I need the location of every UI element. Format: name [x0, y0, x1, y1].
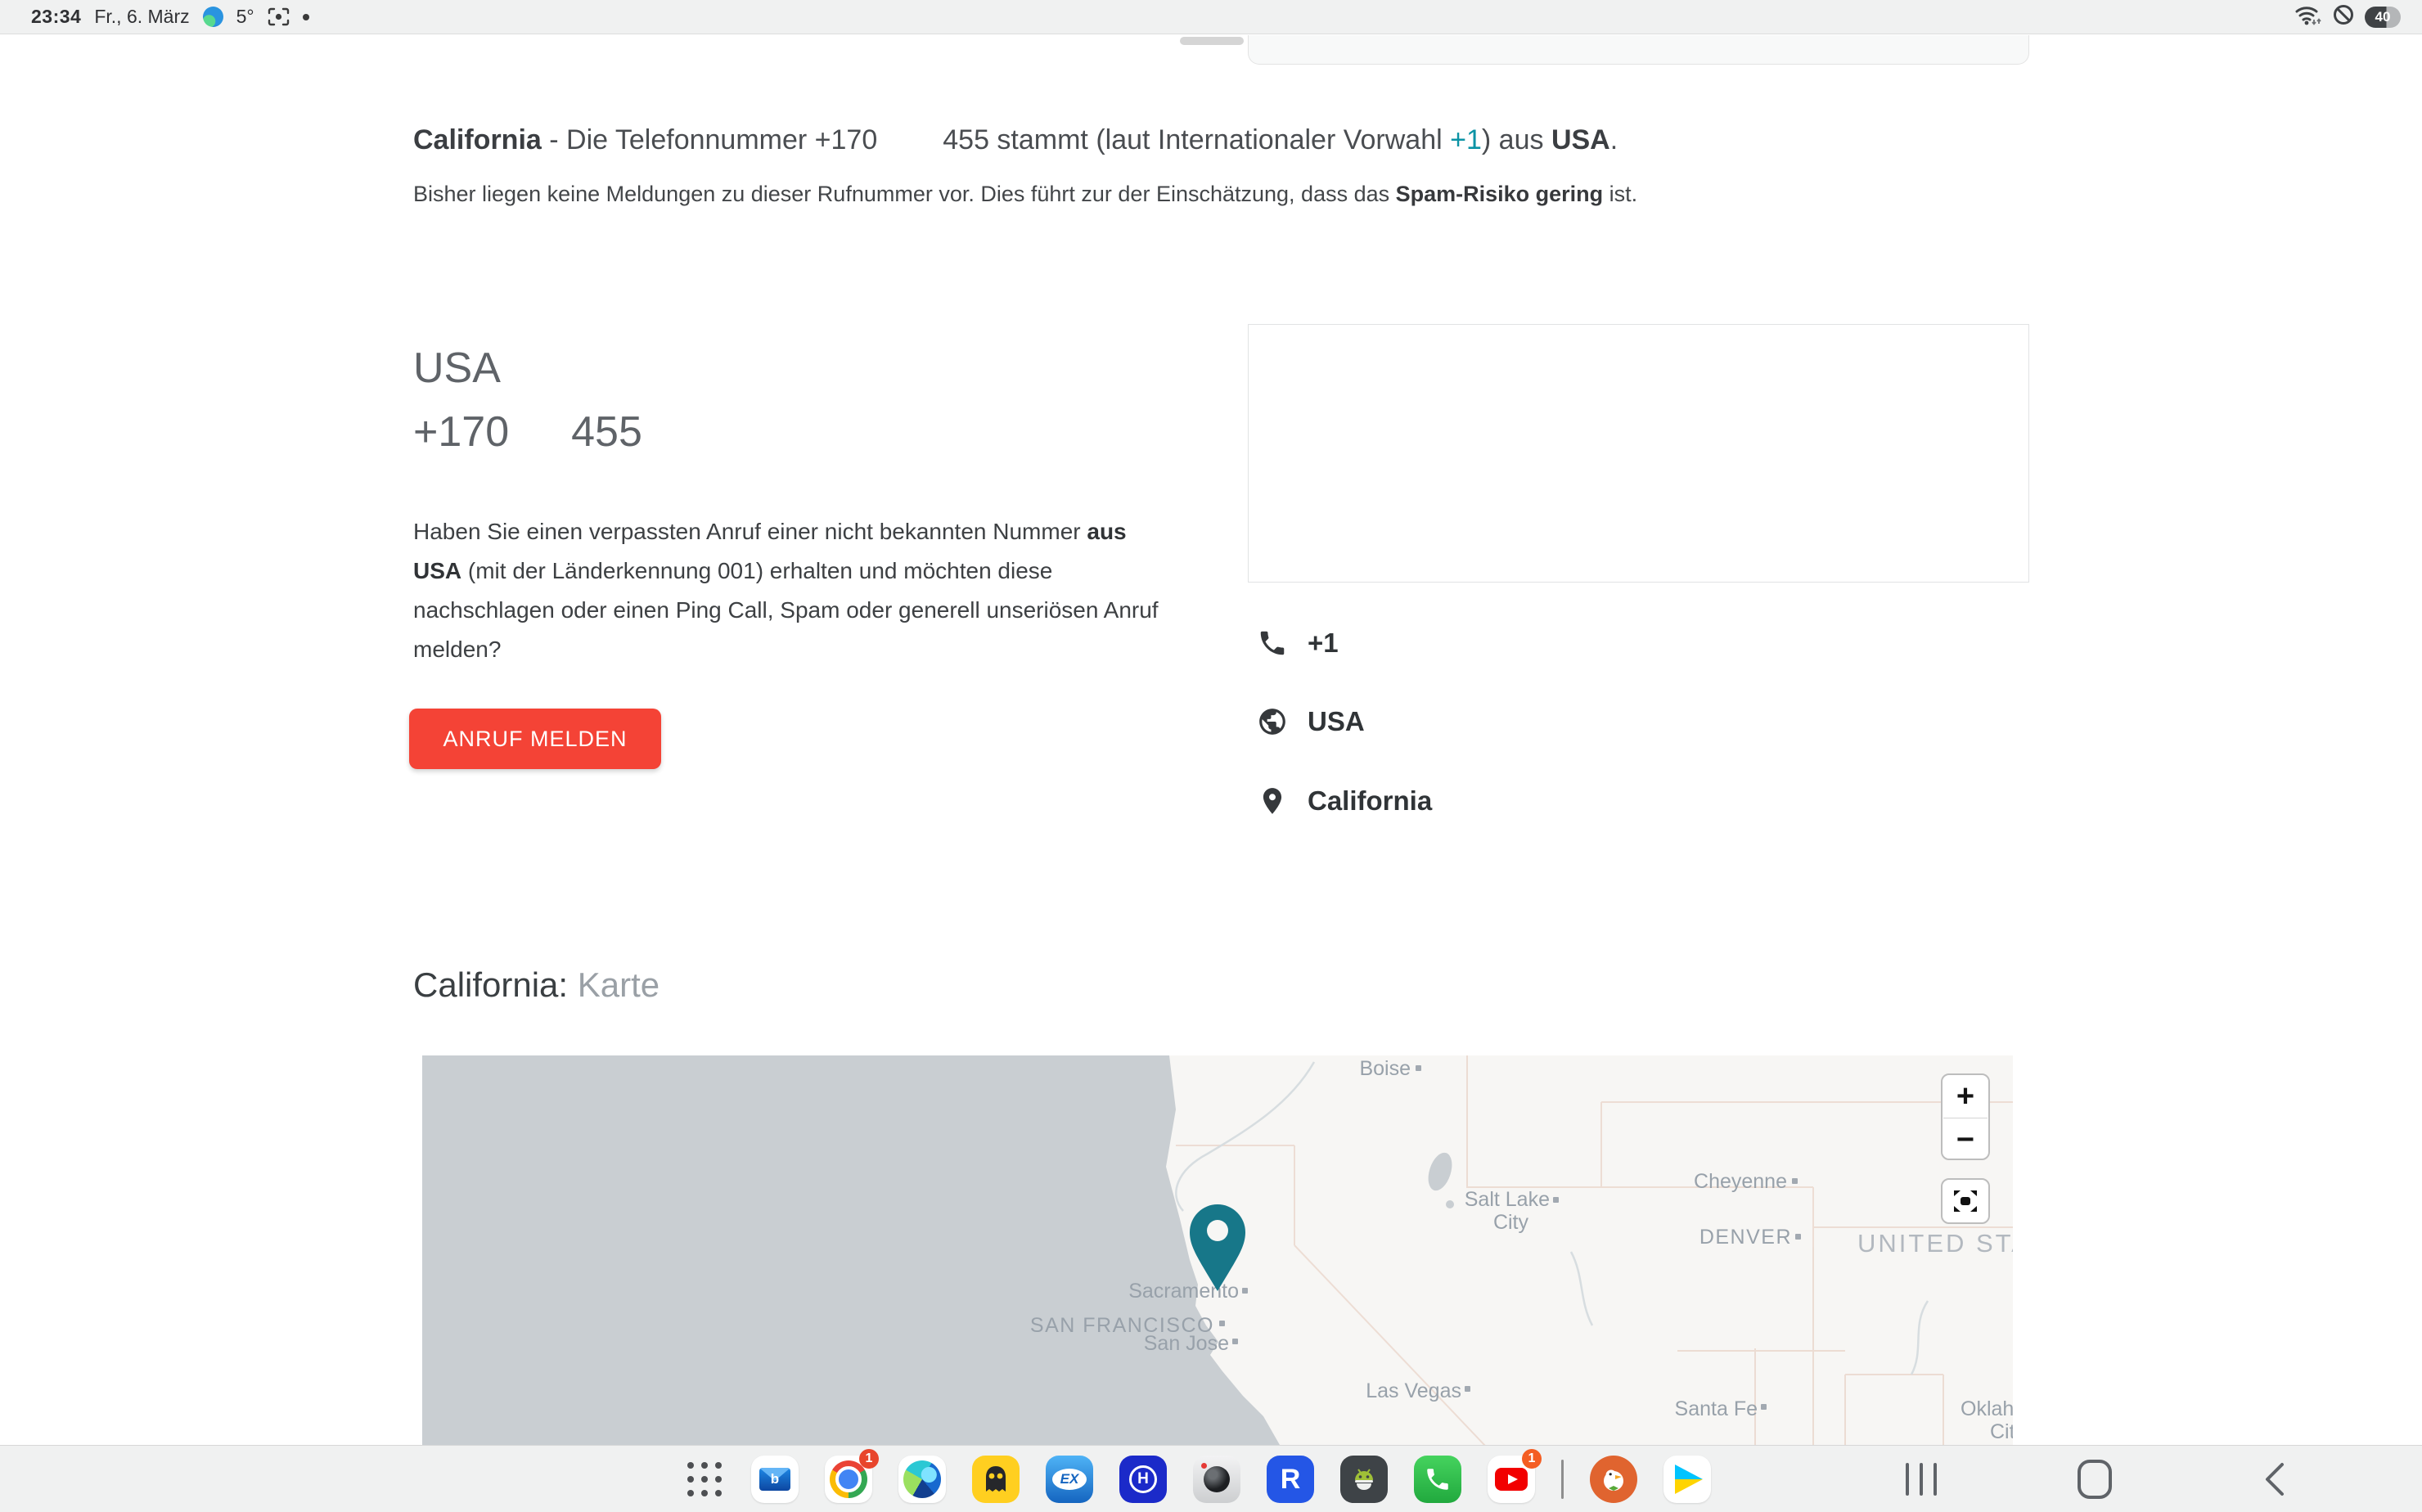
chrome-app-icon[interactable]: 1 [825, 1456, 872, 1503]
map-section-title: California: Karte [413, 965, 660, 1005]
fullscreen-icon [1951, 1187, 1980, 1215]
number-suffix: 455 [571, 408, 642, 456]
map-label-santa-fe: Santa Fe [1675, 1397, 1758, 1420]
app-drawer-button[interactable] [684, 1459, 725, 1500]
ex-file-explorer-app-icon[interactable]: EX [1046, 1456, 1093, 1503]
play-store-logo-icon [1675, 1465, 1703, 1494]
detail-country-value: USA [1308, 706, 1365, 737]
report-paragraph: Haben Sie einen verpassten Anruf einer n… [413, 512, 1164, 669]
weather-icon [203, 7, 223, 27]
edge-logo-icon [903, 1460, 941, 1498]
map-label-united-states: UNITED STATES [1857, 1229, 2013, 1258]
clock: 23:34 [31, 6, 81, 28]
envelope-icon: b [759, 1468, 790, 1491]
risk-text-1: Bisher liegen keine Meldungen zu dieser … [413, 182, 1396, 206]
bluemail-app-icon[interactable]: b [751, 1456, 799, 1503]
status-bar: 23:34 Fr., 6. März 5° [0, 0, 2422, 34]
home-button[interactable] [2055, 1446, 2134, 1512]
play-store-app-icon[interactable] [1663, 1456, 1711, 1503]
great-salt-lake [1424, 1150, 1456, 1194]
leaflet-map[interactable]: Boise Salt LakeCity Cheyenne DENVER UNIT… [422, 1055, 2013, 1445]
h-logo: H [1129, 1465, 1157, 1493]
back-chevron-icon [2262, 1460, 2287, 1498]
report-text-1: Haben Sie einen verpassten Anruf einer n… [413, 519, 1087, 544]
report-call-button[interactable]: ANRUF MELDEN [409, 709, 661, 769]
detail-region-value: California [1308, 785, 1432, 817]
battery-indicator: 40 [2365, 7, 2401, 28]
map-marker-pin[interactable] [1190, 1204, 1245, 1291]
map-label-boise: Boise [1359, 1057, 1411, 1080]
ad-banner-partial [1248, 35, 2029, 65]
temperature: 5° [236, 6, 254, 28]
youtube-logo-icon [1495, 1468, 1528, 1491]
recent-apps-button[interactable] [1882, 1446, 1961, 1512]
headline-state: California [413, 124, 542, 155]
dock-divider [1561, 1460, 1564, 1499]
map-label-salt-lake-city: Salt LakeCity [1465, 1188, 1550, 1234]
detail-prefix-value: +1 [1308, 628, 1339, 659]
map-label-cheyenne: Cheyenne [1694, 1170, 1787, 1193]
risk-bold: Spam-Risiko gering [1396, 182, 1604, 206]
globe-icon [1257, 706, 1288, 737]
no-signal-icon [2332, 3, 2355, 31]
youtube-notification-badge: 1 [1522, 1449, 1542, 1469]
detail-row-prefix: +1 [1257, 623, 1339, 663]
map-label-san-jose: San Jose [1144, 1332, 1229, 1355]
screen-capture-icon [268, 7, 290, 26]
zoom-out-button[interactable]: − [1943, 1118, 1988, 1161]
edge-app-icon[interactable] [898, 1456, 946, 1503]
wifi-icon [2294, 3, 2322, 31]
scrollbar-thumb[interactable] [1180, 37, 1244, 45]
r-app-icon[interactable]: R [1267, 1456, 1314, 1503]
back-button[interactable] [2235, 1446, 2314, 1512]
camera-flash-dot [1201, 1463, 1207, 1469]
spam-risk-line: Bisher liegen keine Meldungen zu dieser … [413, 182, 1637, 207]
headline-dot: . [1610, 124, 1618, 155]
map-zoom-control: + − [1941, 1073, 1990, 1160]
battery-percent: 40 [2375, 9, 2391, 25]
country-heading: USA [413, 344, 501, 393]
report-text-2: (mit der Länderkennung 001) erhalten und… [413, 558, 1159, 662]
android-tool-app-icon[interactable] [1340, 1456, 1388, 1503]
risk-text-2: ist. [1603, 182, 1637, 206]
prefix-link[interactable]: +1 [1450, 124, 1482, 155]
camera-lens-icon [1204, 1466, 1230, 1492]
detail-row-region: California [1257, 781, 1432, 821]
number-prefix: +170 [413, 408, 509, 456]
phone-app-icon[interactable] [1414, 1456, 1461, 1503]
tablet-screen: 23:34 Fr., 6. März 5° [0, 0, 2422, 1512]
location-pin-icon [1257, 785, 1288, 817]
date: Fr., 6. März [94, 6, 189, 28]
ex-logo: EX [1052, 1469, 1087, 1490]
detail-row-country: USA [1257, 702, 1365, 741]
phone-icon [1257, 628, 1288, 659]
page-title: California - Die Telefonnummer +170 455 s… [413, 124, 1618, 156]
ocean [422, 1055, 1280, 1445]
duck-icon [1597, 1463, 1630, 1496]
headline-text-1: - Die Telefonnummer +170 [542, 124, 877, 155]
map-title-state: California: [413, 965, 568, 1004]
phone-number-heading: +170 455 [413, 407, 642, 457]
map-label-denver: DENVER [1699, 1226, 1792, 1249]
ad-frame-empty [1248, 324, 2029, 583]
chrome-notification-badge: 1 [859, 1449, 879, 1469]
map-label-las-vegas: Las Vegas [1366, 1379, 1461, 1402]
headline-text-3: ) aus [1482, 124, 1551, 155]
zoom-in-button[interactable]: + [1943, 1075, 1988, 1118]
headline-country: USA [1551, 124, 1610, 155]
dock-bar: b 1 EX H [0, 1445, 2422, 1512]
h-app-icon[interactable]: H [1119, 1456, 1167, 1503]
duckduckgo-app-icon[interactable] [1590, 1456, 1637, 1503]
fullscreen-button[interactable] [1941, 1178, 1990, 1224]
camera-app-icon[interactable] [1193, 1456, 1240, 1503]
handset-icon [1424, 1465, 1452, 1493]
headline-text-2: 455 stammt (laut Internationaler Vorwahl [943, 124, 1450, 155]
notification-dot-icon [303, 14, 309, 20]
youtube-app-icon[interactable]: 1 [1488, 1456, 1535, 1503]
map-title-word: Karte [568, 965, 660, 1004]
map-label-oklahoma-city: OklahomaCity [1961, 1397, 2013, 1443]
ghost-icon [981, 1464, 1011, 1495]
android-robot-icon [1348, 1464, 1380, 1495]
cyberghost-app-icon[interactable] [972, 1456, 1020, 1503]
